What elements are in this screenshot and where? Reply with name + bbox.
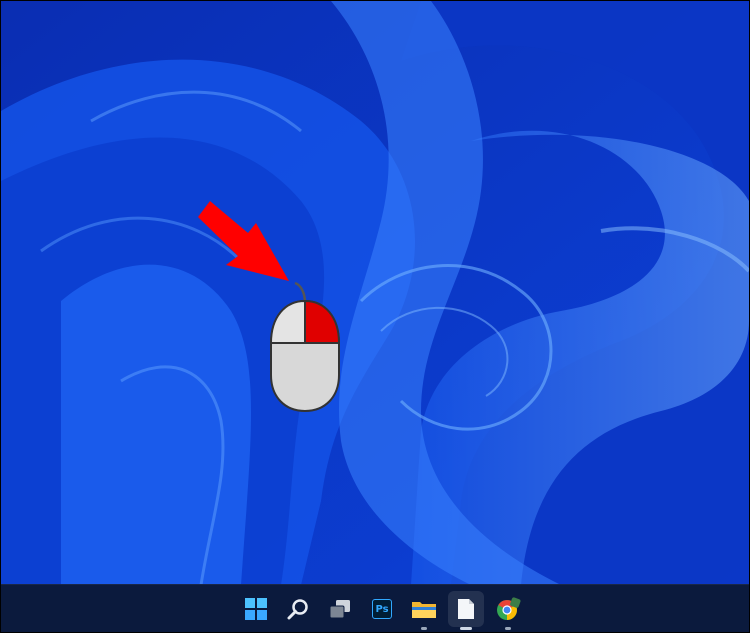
mouse-right-click-icon — [269, 281, 341, 413]
taskbar-icons: Ps — [238, 591, 526, 630]
photoshop-button[interactable]: Ps — [364, 591, 400, 627]
notepad-button[interactable] — [448, 591, 484, 630]
active-indicator — [460, 627, 472, 630]
desktop-screen: Ps — [0, 0, 750, 633]
search-button[interactable] — [280, 591, 316, 627]
running-indicator — [421, 627, 427, 630]
file-explorer-button[interactable] — [406, 591, 442, 630]
windows-start-icon — [245, 598, 267, 620]
running-indicator — [505, 627, 511, 630]
document-icon — [458, 599, 474, 619]
task-view-icon — [329, 600, 350, 619]
search-icon — [287, 599, 308, 620]
desktop-wallpaper — [1, 1, 749, 585]
photoshop-label: Ps — [375, 603, 389, 615]
folder-icon — [412, 602, 436, 618]
taskbar: Ps — [1, 584, 749, 632]
photoshop-icon: Ps — [372, 599, 392, 619]
chrome-icon — [497, 597, 521, 620]
chrome-button[interactable] — [490, 591, 526, 630]
red-arrow-icon — [198, 201, 289, 281]
start-button[interactable] — [238, 591, 274, 627]
task-view-button[interactable] — [322, 591, 358, 627]
